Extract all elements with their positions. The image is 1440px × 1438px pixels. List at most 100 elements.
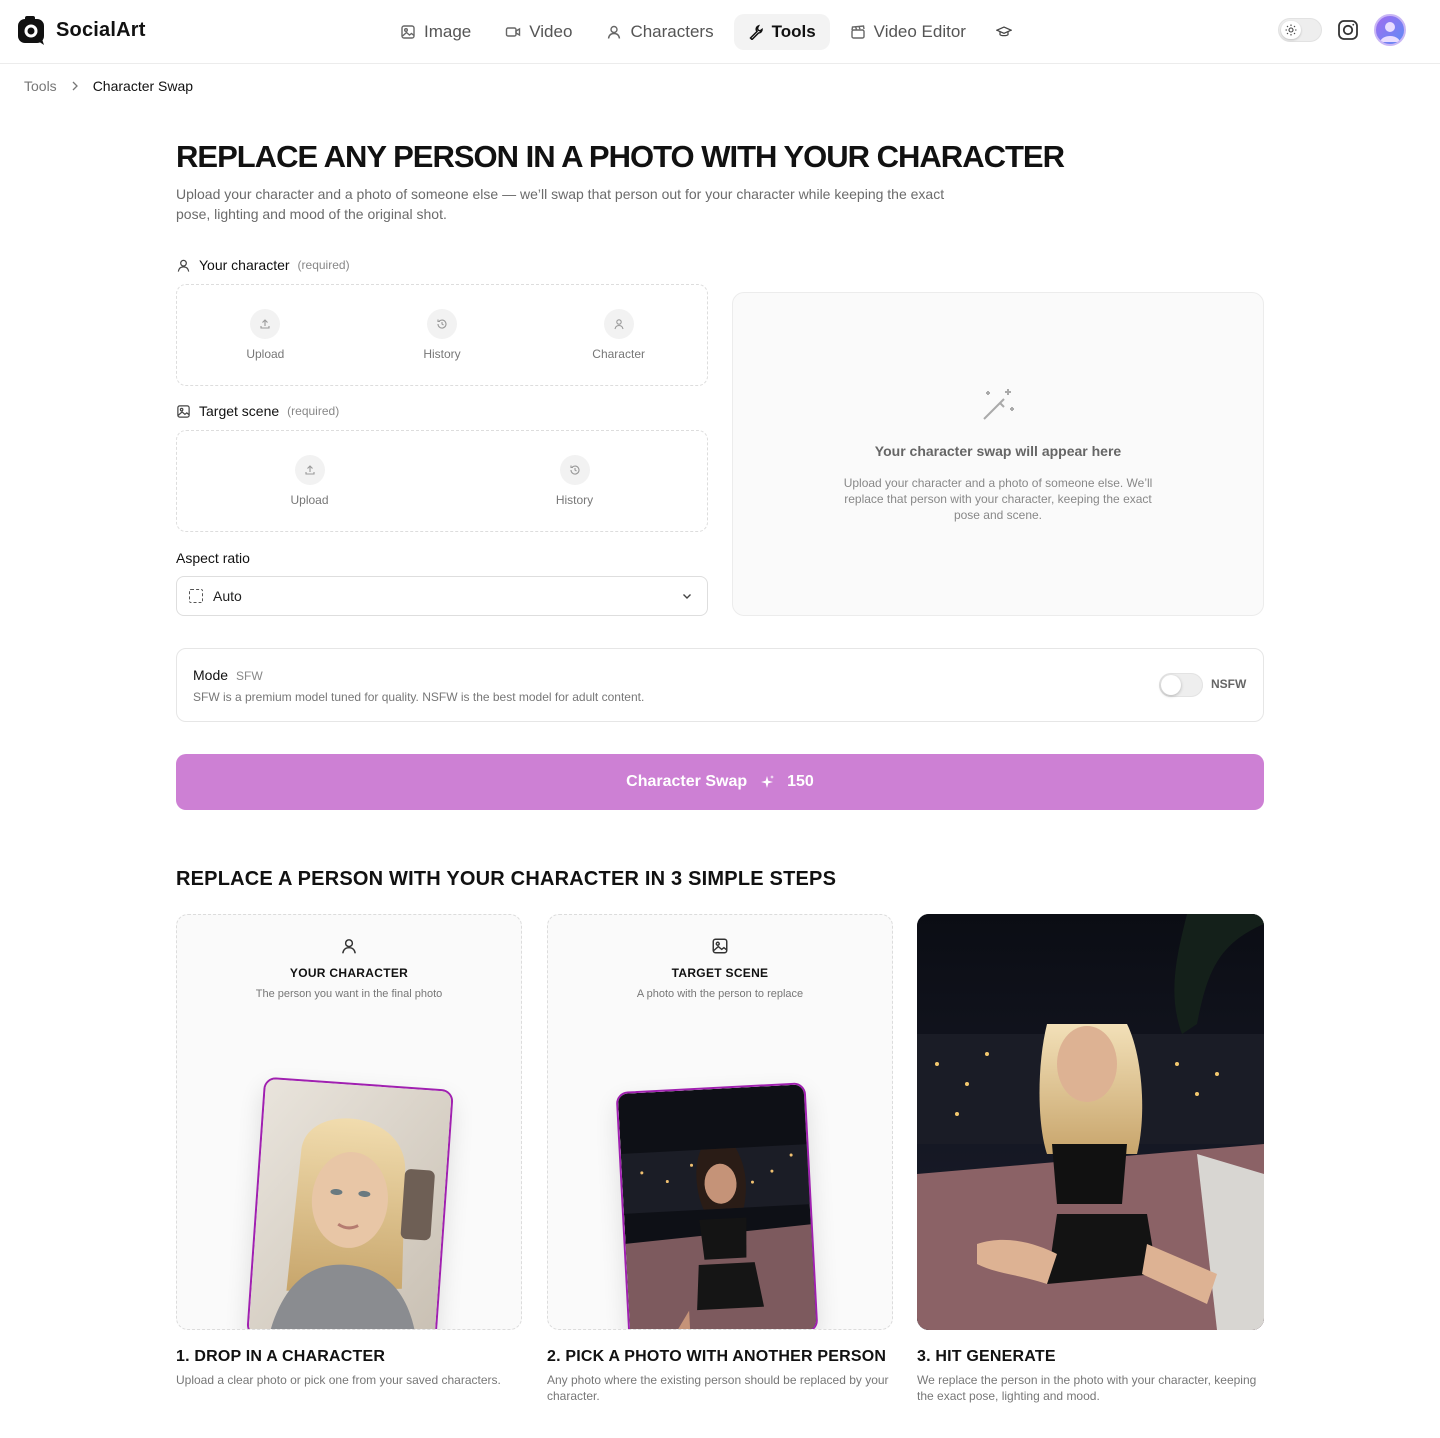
option-label: Upload [290, 493, 329, 507]
nav-item-tools[interactable]: Tools [733, 14, 830, 50]
step-caption-desc: Any photo where the existing person shou… [547, 1373, 889, 1403]
chevron-right-icon [72, 81, 78, 91]
aspect-ratio-value: Auto [213, 588, 242, 604]
step-card-subtitle: The person you want in the final photo [255, 988, 443, 1000]
main-nav: Image Video Characters Tools Video Edito… [386, 14, 1022, 50]
nav-item-label: Characters [630, 22, 714, 41]
scene-section-label: Target scene (required) [176, 403, 339, 419]
mode-label: Mode [193, 667, 229, 683]
required-text: (required) [287, 404, 340, 418]
upload-icon [260, 319, 270, 329]
user-icon [177, 259, 190, 272]
character-label: Your character [199, 257, 290, 273]
step-card-subtitle: A photo with the person to replace [636, 988, 804, 1000]
mode-panel: Mode SFW SFW is a premium model tuned fo… [176, 648, 1264, 722]
character-example-photo [246, 1076, 454, 1329]
sparkles-icon [761, 775, 775, 788]
result-example-photo [917, 914, 1264, 1330]
nav-item-label: Image [424, 22, 472, 41]
cta-label: Character Swap [626, 773, 748, 790]
user-icon [614, 319, 624, 330]
preview-title: Your character swap will appear here [874, 443, 1122, 459]
brand-name: SocialArt [56, 18, 146, 41]
magic-wand-icon [983, 389, 1014, 420]
option-label: History [555, 493, 594, 507]
breadcrumb-tools-link[interactable]: Tools [24, 78, 57, 94]
aspect-ratio-select[interactable]: Auto [176, 576, 708, 616]
step-caption-title: 1. DROP IN A CHARACTER [176, 1348, 386, 1365]
step-card-character: YOUR CHARACTER The person you want in th… [176, 914, 522, 1330]
nav-item-label: Video [529, 22, 573, 41]
aspect-frame-icon [189, 589, 203, 603]
aspect-ratio-label-text: Aspect ratio [176, 550, 250, 566]
image-icon [401, 25, 415, 39]
scene-example-photo [615, 1082, 819, 1329]
scene-history-option[interactable]: History [505, 455, 645, 507]
step-caption-3: 3. HIT GENERATE We replace the person in… [917, 1348, 1263, 1404]
result-preview-panel: Your character swap will appear here Upl… [732, 292, 1264, 616]
nav-item-label: Tools [771, 22, 816, 41]
image-icon [177, 404, 190, 418]
nsfw-toggle-label: NSFW [1211, 677, 1247, 691]
toggle-knob [1161, 675, 1181, 695]
header-actions [1278, 14, 1406, 46]
steps-heading: REPLACE A PERSON WITH YOUR CHARACTER IN … [176, 868, 837, 890]
option-label: History [423, 347, 461, 361]
upload-icon [304, 465, 315, 475]
character-upload-option[interactable]: Upload [195, 309, 335, 361]
mode-description: SFW is a premium model tuned for quality… [193, 690, 645, 704]
instagram-icon[interactable] [1336, 18, 1360, 42]
top-header: SocialArt Image Video Characters Tools V… [0, 0, 1440, 64]
step-caption-1: 1. DROP IN A CHARACTER Upload a clear ph… [176, 1348, 522, 1388]
option-label: Character [592, 347, 645, 361]
step-card-title: YOUR CHARACTER [289, 966, 409, 980]
breadcrumb: Tools Character Swap [24, 78, 193, 94]
page-subtitle: Upload your character and a photo of som… [176, 186, 945, 222]
character-library-option[interactable]: Character [549, 309, 689, 361]
avatar[interactable] [1374, 14, 1406, 46]
mode-title: Mode SFW [193, 667, 263, 683]
graduation-cap-icon [995, 26, 1012, 37]
step-caption-desc: We replace the person in the photo with … [917, 1373, 1257, 1403]
user-icon [608, 25, 621, 39]
nav-item-learn[interactable] [986, 14, 1022, 50]
character-section-label: Your character (required) [176, 257, 350, 273]
wrench-icon [749, 24, 763, 40]
step-card-scene: TARGET SCENE A photo with the person to … [547, 914, 893, 1330]
character-history-option[interactable]: History [372, 309, 512, 361]
history-icon [569, 465, 580, 475]
cta-cost: 150 [787, 773, 814, 790]
video-icon [506, 27, 521, 37]
brand-logo[interactable]: SocialArt [16, 14, 146, 46]
aspect-ratio-label: Aspect ratio [176, 550, 250, 566]
step-caption-title: 2. PICK A PHOTO WITH ANOTHER PERSON [547, 1348, 887, 1365]
nav-item-video[interactable]: Video [491, 14, 586, 50]
character-dropzone: Upload History Character [176, 284, 708, 386]
step-caption-title: 3. HIT GENERATE [917, 1348, 1056, 1365]
step-card-title: TARGET SCENE [671, 966, 769, 980]
step-caption-desc: Upload a clear photo or pick one from yo… [176, 1373, 501, 1387]
nav-item-video-editor[interactable]: Video Editor [836, 14, 980, 50]
scene-upload-option[interactable]: Upload [240, 455, 380, 507]
history-icon [437, 319, 447, 329]
character-swap-button[interactable]: Character Swap 150 [176, 754, 1264, 810]
preview-description: Upload your character and a photo of som… [843, 476, 1153, 522]
breadcrumb-current: Character Swap [92, 78, 194, 94]
nav-item-image[interactable]: Image [386, 14, 485, 50]
theme-toggle[interactable] [1278, 18, 1322, 42]
chevron-down-icon [683, 594, 691, 599]
user-icon [342, 939, 356, 954]
page-title: REPLACE ANY PERSON IN A PHOTO WITH YOUR … [176, 139, 1065, 174]
nav-item-label: Video Editor [873, 22, 966, 41]
mode-current-badge: SFW [236, 669, 263, 683]
nav-item-characters[interactable]: Characters [592, 14, 727, 50]
scene-label: Target scene [199, 403, 280, 419]
nsfw-toggle[interactable] [1159, 673, 1203, 697]
sun-icon [1281, 21, 1301, 39]
step-caption-2: 2. PICK A PHOTO WITH ANOTHER PERSON Any … [547, 1348, 893, 1404]
camera-logo-icon [16, 14, 48, 46]
scene-dropzone: Upload History [176, 430, 708, 532]
clapper-icon [850, 25, 865, 39]
required-text: (required) [297, 258, 350, 272]
option-label: Upload [246, 347, 285, 361]
